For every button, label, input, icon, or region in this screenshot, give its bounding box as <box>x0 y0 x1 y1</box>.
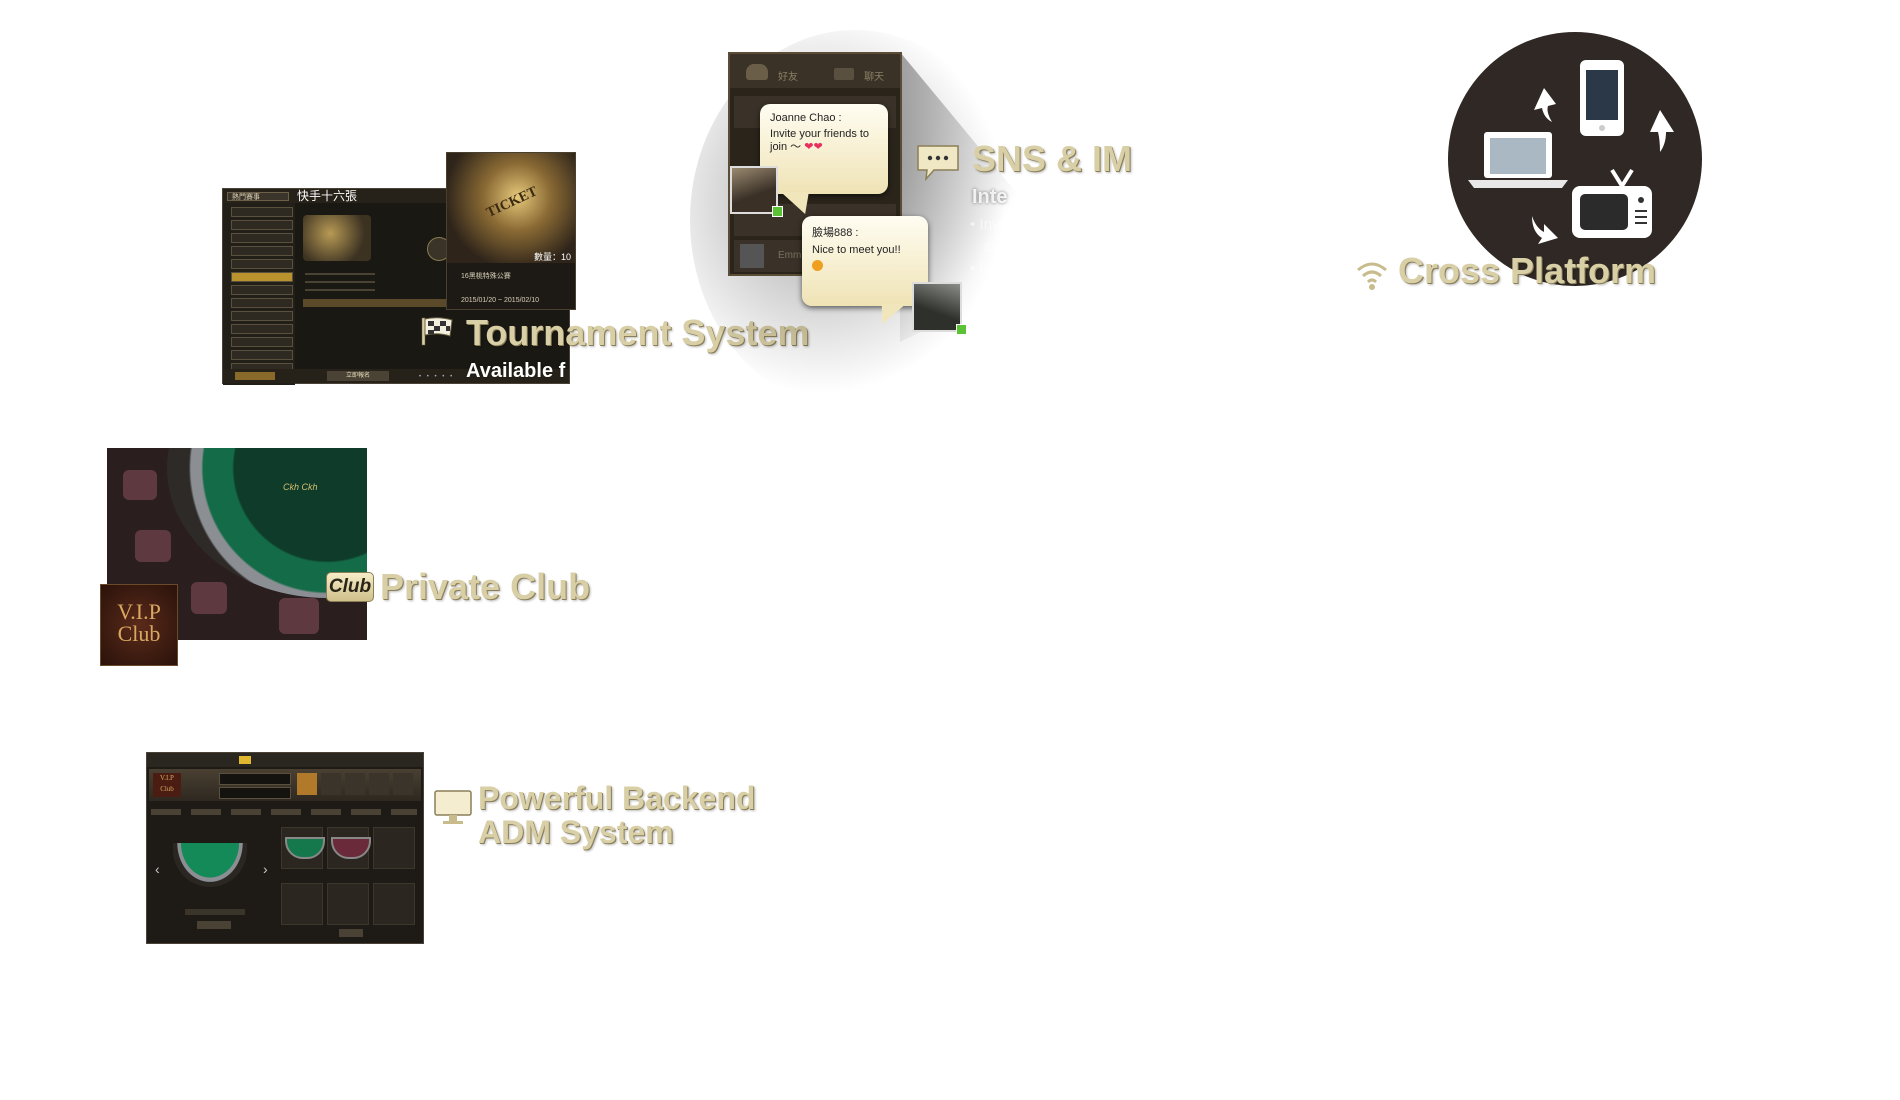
backend-title-line1: Powerful Backend <box>478 780 756 816</box>
backend-stats-box <box>219 773 291 785</box>
club-chair <box>123 470 157 500</box>
club-chair <box>191 582 227 614</box>
bubble-sender-name: 臉場888 : <box>812 227 859 239</box>
menu-item[interactable] <box>231 220 293 230</box>
pagination-dots[interactable]: • • • • • <box>419 374 454 380</box>
backend-grid-cell[interactable] <box>281 883 323 925</box>
friend-avatar <box>740 244 764 268</box>
backend-screenshot: V.I.P Club ‹ › <box>146 752 424 944</box>
sns-faded-bullets: • Inv suc • Ins me • Cli im <box>970 214 1020 346</box>
menu-item[interactable] <box>231 207 293 217</box>
menu-item[interactable] <box>231 337 293 347</box>
tournament-subtitle: Available f <box>466 360 566 382</box>
backend-filter-bar <box>151 809 417 815</box>
bubble-message: Invite your friends to join ～ ❤❤ <box>770 128 870 153</box>
wifi-icon <box>1354 258 1390 292</box>
tv-icon <box>1572 168 1652 238</box>
backend-action-button[interactable] <box>197 921 231 929</box>
bullet-line: im <box>984 326 1000 343</box>
vip-club-line: Club <box>117 621 161 646</box>
chevron-right-icon[interactable]: › <box>263 861 268 877</box>
backend-radio-options[interactable] <box>185 909 245 915</box>
friend-avatar-joanne[interactable] <box>730 166 778 214</box>
private-club-title: Private Club <box>380 566 591 607</box>
bullet-line: • Ins <box>970 260 1000 277</box>
backend-title-line2: ADM System <box>478 814 674 850</box>
vip-club-logo: V.I.P Club <box>100 584 178 666</box>
bullet-line: suc <box>984 238 1008 255</box>
bubble-message: Nice to meet you!! <box>812 244 901 256</box>
ticket-date-range: 2015/01/20 ~ 2015/02/10 <box>461 297 540 304</box>
ticket-card[interactable]: TICKET 數量：10 16黑桃特殊公賽 2015/01/20 ~ 2015/… <box>446 152 576 310</box>
backend-stats-box <box>219 787 291 799</box>
laptop-icon <box>1468 132 1568 188</box>
chat-bubble-reply: 臉場888 : Nice to meet you!! <box>802 216 928 306</box>
club-chair <box>135 530 171 562</box>
menu-item[interactable] <box>231 350 293 360</box>
club-chair <box>279 598 319 634</box>
smiley-icon <box>812 260 823 271</box>
phone-icon <box>1580 60 1624 136</box>
bullet-line: me <box>984 282 1005 299</box>
tab-chat[interactable]: 聊天 <box>864 68 884 83</box>
bullet-line: • Cli <box>970 304 997 321</box>
backend-table-preview <box>173 843 247 887</box>
tab-friends[interactable]: 好友 <box>778 68 798 83</box>
menu-item[interactable] <box>231 233 293 243</box>
backend-top-bar <box>147 753 423 767</box>
backend-grid-cell[interactable] <box>373 883 415 925</box>
club-badge-icon: Club <box>326 572 374 602</box>
speech-bubble-icon <box>914 142 962 182</box>
friends-icon[interactable] <box>746 64 768 80</box>
vip-line: V.I.P <box>117 599 161 624</box>
menu-item[interactable] <box>231 285 293 295</box>
tournament-game-name: 快手十六張 <box>297 189 358 203</box>
backend-toolbar-button[interactable] <box>393 773 413 795</box>
cross-platform-circle <box>1448 32 1702 286</box>
heart-icon: ❤❤ <box>804 141 823 153</box>
menu-item-active[interactable] <box>231 272 293 282</box>
sns-title: SNS & IM <box>972 138 1133 179</box>
backend-grid-cell[interactable] <box>327 883 369 925</box>
backend-toolbar-button[interactable] <box>345 773 365 795</box>
game-logo-image <box>303 215 371 261</box>
register-button[interactable]: 立即報名 <box>327 371 389 381</box>
tournament-dropdown[interactable]: 熱門賽事 <box>227 192 289 201</box>
backend-toolbar-button-active[interactable] <box>297 773 317 795</box>
table-brand-label: Ckh Ckh <box>283 482 318 492</box>
footer-left-button[interactable] <box>235 372 275 380</box>
online-status-indicator <box>772 206 783 217</box>
backend-top-tab-active[interactable] <box>239 756 251 764</box>
bullet-line: • Inv <box>970 216 1000 233</box>
cross-platform-title: Cross Platform <box>1398 250 1657 291</box>
bubble-sender-name: Joanne Chao : <box>770 112 842 124</box>
ticket-quantity: 數量：10 <box>533 252 571 262</box>
chevron-left-icon[interactable]: ‹ <box>155 861 160 877</box>
menu-item[interactable] <box>231 298 293 308</box>
monitor-icon <box>432 788 474 826</box>
chat-bubble-joanne: Joanne Chao : Invite your friends to joi… <box>760 104 888 194</box>
game-info-lines <box>305 267 375 297</box>
backend-confirm-button[interactable] <box>339 929 363 937</box>
backend-grid-cell[interactable] <box>373 827 415 869</box>
ticket-match-info: 16黑桃特殊公賽 <box>461 273 511 280</box>
menu-item[interactable] <box>231 259 293 269</box>
backend-vip-logo: V.I.P Club <box>153 773 181 797</box>
chat-icon[interactable] <box>834 68 854 80</box>
checkered-flag-icon <box>420 316 456 346</box>
menu-item[interactable] <box>231 324 293 334</box>
backend-toolbar-button[interactable] <box>369 773 389 795</box>
menu-item[interactable] <box>231 311 293 321</box>
online-status-indicator <box>956 324 967 335</box>
tournament-side-menu <box>223 203 295 385</box>
friend-list-name: Emm <box>778 250 802 261</box>
friend-avatar-reply[interactable] <box>912 282 962 332</box>
menu-item[interactable] <box>231 246 293 256</box>
backend-toolbar-button[interactable] <box>321 773 341 795</box>
sns-faded-heading: Inte <box>972 186 1008 208</box>
